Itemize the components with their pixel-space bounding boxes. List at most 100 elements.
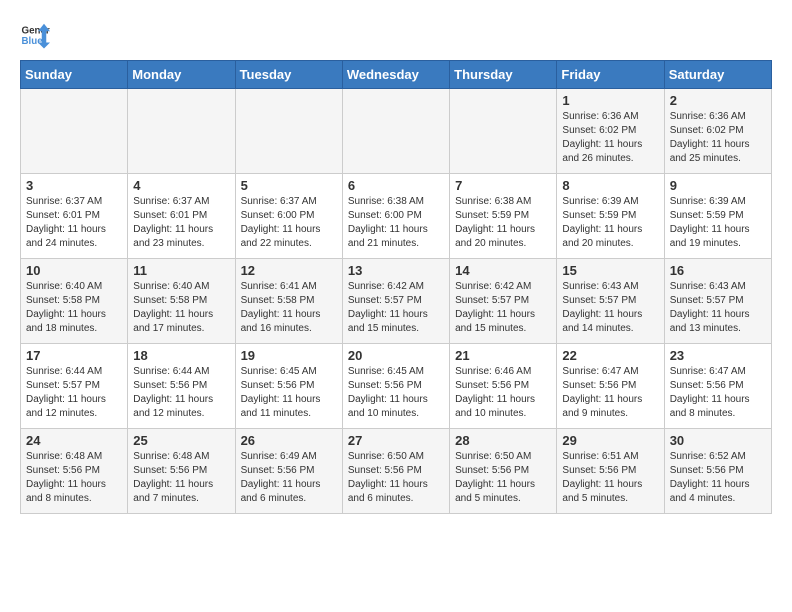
calendar-cell: 16 Sunrise: 6:43 AM Sunset: 5:57 PM Dayli…	[664, 259, 771, 344]
day-info: Sunrise: 6:51 AM Sunset: 5:56 PM Dayligh…	[562, 450, 658, 506]
day-number: 8	[562, 178, 658, 193]
day-number: 7	[455, 178, 551, 193]
calendar-cell: 23 Sunrise: 6:47 AM Sunset: 5:56 PM Dayli…	[664, 344, 771, 429]
day-number: 25	[133, 433, 229, 448]
day-number: 16	[670, 263, 766, 278]
day-number: 18	[133, 348, 229, 363]
logo: General Blue	[20, 20, 50, 50]
calendar-cell: 9 Sunrise: 6:39 AM Sunset: 5:59 PM Daylig…	[664, 174, 771, 259]
calendar-cell: 12 Sunrise: 6:41 AM Sunset: 5:58 PM Dayli…	[235, 259, 342, 344]
calendar-cell: 3Sunrise: 6:37 AM Sunset: 6:01 PM Daylig…	[21, 174, 128, 259]
day-info: Sunrise: 6:48 AM Sunset: 5:56 PM Dayligh…	[133, 450, 229, 506]
calendar-cell: 13Sunrise: 6:42 AM Sunset: 5:57 PM Dayli…	[342, 259, 449, 344]
calendar-cell: 15 Sunrise: 6:43 AM Sunset: 5:57 PM Dayli…	[557, 259, 664, 344]
day-number: 23	[670, 348, 766, 363]
calendar-cell	[235, 89, 342, 174]
calendar-cell	[128, 89, 235, 174]
day-number: 28	[455, 433, 551, 448]
day-info: Sunrise: 6:40 AM Sunset: 5:58 PM Dayligh…	[26, 280, 122, 336]
calendar-cell: 29Sunrise: 6:51 AM Sunset: 5:56 PM Dayli…	[557, 429, 664, 514]
calendar-table: SundayMondayTuesdayWednesdayThursdayFrid…	[20, 60, 772, 514]
day-info: Sunrise: 6:37 AM Sunset: 6:00 PM Dayligh…	[241, 195, 337, 251]
calendar-cell: 7 Sunrise: 6:38 AM Sunset: 5:59 PM Daylig…	[450, 174, 557, 259]
calendar-cell: 5 Sunrise: 6:37 AM Sunset: 6:00 PM Daylig…	[235, 174, 342, 259]
day-number: 26	[241, 433, 337, 448]
calendar-cell: 8 Sunrise: 6:39 AM Sunset: 5:59 PM Daylig…	[557, 174, 664, 259]
day-info: Sunrise: 6:46 AM Sunset: 5:56 PM Dayligh…	[455, 365, 551, 421]
day-info: Sunrise: 6:41 AM Sunset: 5:58 PM Dayligh…	[241, 280, 337, 336]
day-header-friday: Friday	[557, 61, 664, 89]
calendar-week-3: 10 Sunrise: 6:40 AM Sunset: 5:58 PM Dayli…	[21, 259, 772, 344]
day-info: Sunrise: 6:48 AM Sunset: 5:56 PM Dayligh…	[26, 450, 122, 506]
calendar-cell: 11 Sunrise: 6:40 AM Sunset: 5:58 PM Dayli…	[128, 259, 235, 344]
day-number: 11	[133, 263, 229, 278]
day-info: Sunrise: 6:47 AM Sunset: 5:56 PM Dayligh…	[670, 365, 766, 421]
day-number: 15	[562, 263, 658, 278]
day-info: Sunrise: 6:40 AM Sunset: 5:58 PM Dayligh…	[133, 280, 229, 336]
calendar-cell: 18 Sunrise: 6:44 AM Sunset: 5:56 PM Dayli…	[128, 344, 235, 429]
day-number: 17	[26, 348, 122, 363]
day-info: Sunrise: 6:37 AM Sunset: 6:01 PM Dayligh…	[133, 195, 229, 251]
day-info: Sunrise: 6:50 AM Sunset: 5:56 PM Dayligh…	[455, 450, 551, 506]
day-number: 9	[670, 178, 766, 193]
calendar-cell: 27 Sunrise: 6:50 AM Sunset: 5:56 PM Dayli…	[342, 429, 449, 514]
day-info: Sunrise: 6:44 AM Sunset: 5:57 PM Dayligh…	[26, 365, 122, 421]
day-number: 27	[348, 433, 444, 448]
day-number: 19	[241, 348, 337, 363]
day-header-wednesday: Wednesday	[342, 61, 449, 89]
day-info: Sunrise: 6:50 AM Sunset: 5:56 PM Dayligh…	[348, 450, 444, 506]
day-number: 21	[455, 348, 551, 363]
page-header: General Blue	[20, 20, 772, 50]
day-info: Sunrise: 6:43 AM Sunset: 5:57 PM Dayligh…	[562, 280, 658, 336]
svg-text:Blue: Blue	[22, 36, 44, 47]
calendar-cell	[342, 89, 449, 174]
day-number: 4	[133, 178, 229, 193]
calendar-week-1: 1Sunrise: 6:36 AM Sunset: 6:02 PM Daylig…	[21, 89, 772, 174]
calendar-cell: 30Sunrise: 6:52 AM Sunset: 5:56 PM Dayli…	[664, 429, 771, 514]
day-header-thursday: Thursday	[450, 61, 557, 89]
day-header-monday: Monday	[128, 61, 235, 89]
day-info: Sunrise: 6:38 AM Sunset: 6:00 PM Dayligh…	[348, 195, 444, 251]
day-number: 24	[26, 433, 122, 448]
logo-icon: General Blue	[20, 20, 50, 50]
calendar-cell: 1Sunrise: 6:36 AM Sunset: 6:02 PM Daylig…	[557, 89, 664, 174]
day-number: 22	[562, 348, 658, 363]
calendar-cell: 22 Sunrise: 6:47 AM Sunset: 5:56 PM Dayli…	[557, 344, 664, 429]
day-info: Sunrise: 6:42 AM Sunset: 5:57 PM Dayligh…	[455, 280, 551, 336]
calendar-cell: 2Sunrise: 6:36 AM Sunset: 6:02 PM Daylig…	[664, 89, 771, 174]
calendar-header-row: SundayMondayTuesdayWednesdayThursdayFrid…	[21, 61, 772, 89]
calendar-cell: 6Sunrise: 6:38 AM Sunset: 6:00 PM Daylig…	[342, 174, 449, 259]
day-header-saturday: Saturday	[664, 61, 771, 89]
day-info: Sunrise: 6:39 AM Sunset: 5:59 PM Dayligh…	[670, 195, 766, 251]
calendar-cell: 10 Sunrise: 6:40 AM Sunset: 5:58 PM Dayli…	[21, 259, 128, 344]
day-info: Sunrise: 6:45 AM Sunset: 5:56 PM Dayligh…	[348, 365, 444, 421]
calendar-cell	[21, 89, 128, 174]
day-info: Sunrise: 6:47 AM Sunset: 5:56 PM Dayligh…	[562, 365, 658, 421]
calendar-cell: 20 Sunrise: 6:45 AM Sunset: 5:56 PM Dayli…	[342, 344, 449, 429]
day-info: Sunrise: 6:38 AM Sunset: 5:59 PM Dayligh…	[455, 195, 551, 251]
day-number: 20	[348, 348, 444, 363]
day-info: Sunrise: 6:39 AM Sunset: 5:59 PM Dayligh…	[562, 195, 658, 251]
day-header-tuesday: Tuesday	[235, 61, 342, 89]
calendar-week-5: 24 Sunrise: 6:48 AM Sunset: 5:56 PM Dayli…	[21, 429, 772, 514]
day-info: Sunrise: 6:44 AM Sunset: 5:56 PM Dayligh…	[133, 365, 229, 421]
day-info: Sunrise: 6:37 AM Sunset: 6:01 PM Dayligh…	[26, 195, 122, 251]
calendar-cell: 24 Sunrise: 6:48 AM Sunset: 5:56 PM Dayli…	[21, 429, 128, 514]
day-number: 2	[670, 93, 766, 108]
day-number: 12	[241, 263, 337, 278]
day-number: 10	[26, 263, 122, 278]
calendar-week-4: 17 Sunrise: 6:44 AM Sunset: 5:57 PM Dayli…	[21, 344, 772, 429]
day-info: Sunrise: 6:49 AM Sunset: 5:56 PM Dayligh…	[241, 450, 337, 506]
day-info: Sunrise: 6:42 AM Sunset: 5:57 PM Dayligh…	[348, 280, 444, 336]
day-number: 30	[670, 433, 766, 448]
calendar-cell	[450, 89, 557, 174]
day-header-sunday: Sunday	[21, 61, 128, 89]
calendar-week-2: 3Sunrise: 6:37 AM Sunset: 6:01 PM Daylig…	[21, 174, 772, 259]
day-number: 1	[562, 93, 658, 108]
day-number: 5	[241, 178, 337, 193]
calendar-cell: 17 Sunrise: 6:44 AM Sunset: 5:57 PM Dayli…	[21, 344, 128, 429]
calendar-cell: 19Sunrise: 6:45 AM Sunset: 5:56 PM Dayli…	[235, 344, 342, 429]
day-number: 14	[455, 263, 551, 278]
calendar-cell: 21 Sunrise: 6:46 AM Sunset: 5:56 PM Dayli…	[450, 344, 557, 429]
day-info: Sunrise: 6:43 AM Sunset: 5:57 PM Dayligh…	[670, 280, 766, 336]
